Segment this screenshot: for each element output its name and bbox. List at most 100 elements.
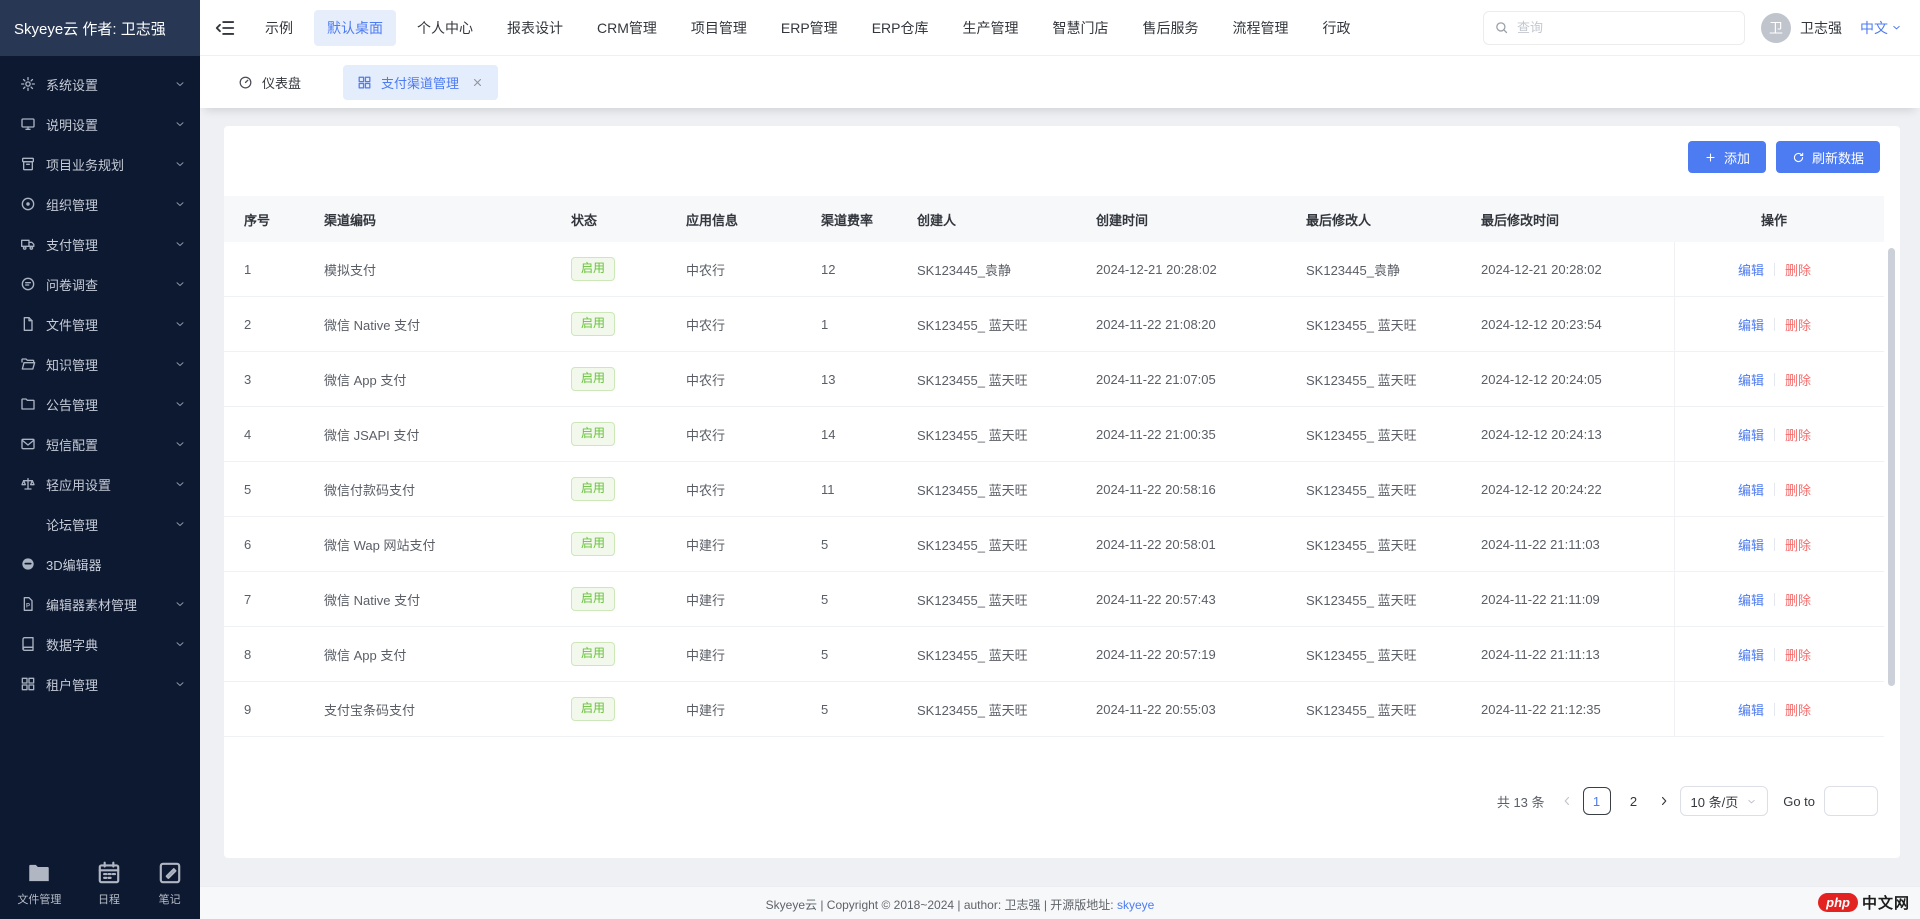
user-name[interactable]: 卫志强: [1800, 18, 1842, 38]
tab-仪表盘[interactable]: 仪表盘: [224, 65, 315, 100]
sidebar-shortcut-label: 日程: [98, 891, 120, 907]
action-divider: [1774, 373, 1775, 386]
search-box: [1483, 11, 1745, 45]
sidebar-item-轻应用设置[interactable]: 轻应用设置: [0, 464, 200, 504]
delete-link[interactable]: 删除: [1785, 425, 1811, 444]
goto-page-input[interactable]: [1824, 786, 1878, 816]
page-size-select[interactable]: 10 条/页: [1680, 786, 1769, 816]
delete-link[interactable]: 删除: [1785, 700, 1811, 719]
page-button-1[interactable]: 1: [1583, 787, 1611, 815]
edit-link[interactable]: 编辑: [1738, 645, 1764, 664]
table-row: 1模拟支付启用中农行12SK123445_袁静2024-12-21 20:28:…: [224, 242, 1884, 297]
cell-code: 微信 Native 支付: [324, 590, 571, 609]
delete-link[interactable]: 删除: [1785, 590, 1811, 609]
sidebar-item-系统设置[interactable]: 系统设置: [0, 64, 200, 104]
sidebar-item-label: 说明设置: [46, 115, 174, 134]
cell-creator: SK123455_ 蓝天旺: [917, 425, 1096, 444]
sidebar-item-说明设置[interactable]: 说明设置: [0, 104, 200, 144]
nav-item-项目管理[interactable]: 项目管理: [678, 10, 760, 46]
edit-link[interactable]: 编辑: [1738, 315, 1764, 334]
sidebar-item-项目业务规划[interactable]: 项目业务规划: [0, 144, 200, 184]
sidebar-item-3D编辑器[interactable]: 3D编辑器: [0, 544, 200, 584]
sidebar-item-支付管理[interactable]: 支付管理: [0, 224, 200, 264]
cell-no: 7: [224, 592, 324, 607]
cell-no: 8: [224, 647, 324, 662]
calendar-icon: [96, 860, 122, 886]
cell-no: 3: [224, 372, 324, 387]
language-switcher[interactable]: 中文: [1860, 18, 1902, 38]
sidebar-shortcut-文件管理[interactable]: 文件管理: [17, 860, 61, 907]
search-input[interactable]: [1517, 20, 1734, 35]
nav-item-售后服务[interactable]: 售后服务: [1129, 10, 1211, 46]
sidebar-item-租户管理[interactable]: 租户管理: [0, 664, 200, 704]
sidebar-item-组织管理[interactable]: 组织管理: [0, 184, 200, 224]
cell-code: 微信 Wap 网站支付: [324, 535, 571, 554]
edit-link[interactable]: 编辑: [1738, 370, 1764, 389]
nav-item-报表设计[interactable]: 报表设计: [494, 10, 576, 46]
cell-modifier: SK123455_ 蓝天旺: [1306, 590, 1481, 609]
close-icon[interactable]: [471, 76, 484, 89]
grid4-icon: [20, 676, 36, 692]
survey-icon: [20, 276, 36, 292]
nav-item-个人中心[interactable]: 个人中心: [404, 10, 486, 46]
chevron-down-icon: [174, 678, 186, 690]
next-page-icon[interactable]: [1657, 794, 1671, 808]
cell-modified: 2024-11-22 21:11:13: [1481, 647, 1674, 662]
table-scrollbar[interactable]: [1888, 248, 1895, 686]
sidebar-footer: 文件管理日程 笔记: [0, 860, 200, 907]
sidebar-item-公告管理[interactable]: 公告管理: [0, 384, 200, 424]
nav-item-默认桌面[interactable]: 默认桌面: [314, 10, 396, 46]
nav-item-行政[interactable]: 行政: [1309, 10, 1363, 46]
refresh-data-button[interactable]: 刷新数据: [1776, 141, 1880, 173]
delete-link[interactable]: 删除: [1785, 645, 1811, 664]
cell-modified: 2024-12-12 20:24:22: [1481, 482, 1674, 497]
delete-link[interactable]: 删除: [1785, 315, 1811, 334]
edit-link[interactable]: 编辑: [1738, 535, 1764, 554]
page-button-2[interactable]: 2: [1620, 787, 1648, 815]
chevron-down-icon: [174, 518, 186, 530]
sidebar-item-数据字典[interactable]: 数据字典: [0, 624, 200, 664]
nav-item-流程管理[interactable]: 流程管理: [1219, 10, 1301, 46]
app-logo: Skyeye云 作者: 卫志强: [0, 0, 200, 56]
cell-app: 中建行: [686, 535, 821, 554]
footer-repo-link[interactable]: skyeye: [1117, 898, 1154, 912]
nav-item-ERP仓库[interactable]: ERP仓库: [859, 10, 942, 46]
cell-created: 2024-11-22 21:08:20: [1096, 317, 1306, 332]
table-row: 4微信 JSAPI 支付启用中农行14SK123455_ 蓝天旺2024-11-…: [224, 407, 1884, 462]
cell-modifier: SK123455_ 蓝天旺: [1306, 480, 1481, 499]
edit-link[interactable]: 编辑: [1738, 480, 1764, 499]
add-button[interactable]: 添加: [1688, 141, 1766, 173]
php-watermark: php 中文网: [1818, 892, 1910, 913]
sidebar-item-问卷调查[interactable]: 问卷调查: [0, 264, 200, 304]
edit-link[interactable]: 编辑: [1738, 260, 1764, 279]
edit-link[interactable]: 编辑: [1738, 590, 1764, 609]
nav-item-生产管理[interactable]: 生产管理: [949, 10, 1031, 46]
previous-page-icon[interactable]: [1560, 794, 1574, 808]
chevron-down-icon: [1891, 22, 1902, 33]
nav-item-智慧门店[interactable]: 智慧门店: [1039, 10, 1121, 46]
tab-支付渠道管理[interactable]: 支付渠道管理: [343, 65, 498, 100]
grid4-icon: [357, 75, 372, 90]
delete-link[interactable]: 删除: [1785, 480, 1811, 499]
sidebar-shortcut-日程[interactable]: 日程: [96, 860, 122, 907]
nav-item-CRM管理[interactable]: CRM管理: [584, 10, 670, 46]
sidebar-item-论坛管理[interactable]: 论坛管理: [0, 504, 200, 544]
delete-link[interactable]: 删除: [1785, 260, 1811, 279]
delete-link[interactable]: 删除: [1785, 535, 1811, 554]
delete-link[interactable]: 删除: [1785, 370, 1811, 389]
sidebar-menu: 系统设置说明设置项目业务规划组织管理支付管理问卷调查文件管理知识管理公告管理短信…: [0, 56, 200, 704]
sidebar-item-知识管理[interactable]: 知识管理: [0, 344, 200, 384]
sidebar-item-短信配置[interactable]: 短信配置: [0, 424, 200, 464]
sidebar-item-编辑器素材管理[interactable]: P编辑器素材管理: [0, 584, 200, 624]
collapse-sidebar-icon[interactable]: [214, 17, 236, 39]
cell-modified: 2024-12-12 20:24:05: [1481, 372, 1674, 387]
pagination-total: 共 13 条: [1497, 792, 1545, 811]
avatar[interactable]: 卫: [1761, 13, 1791, 43]
sidebar-shortcut-笔记[interactable]: 笔记: [157, 860, 183, 907]
edit-link[interactable]: 编辑: [1738, 700, 1764, 719]
nav-item-ERP管理[interactable]: ERP管理: [768, 10, 851, 46]
column-header-状态: 状态: [571, 210, 686, 229]
sidebar-item-文件管理[interactable]: 文件管理: [0, 304, 200, 344]
nav-item-示例[interactable]: 示例: [252, 10, 306, 46]
edit-link[interactable]: 编辑: [1738, 425, 1764, 444]
